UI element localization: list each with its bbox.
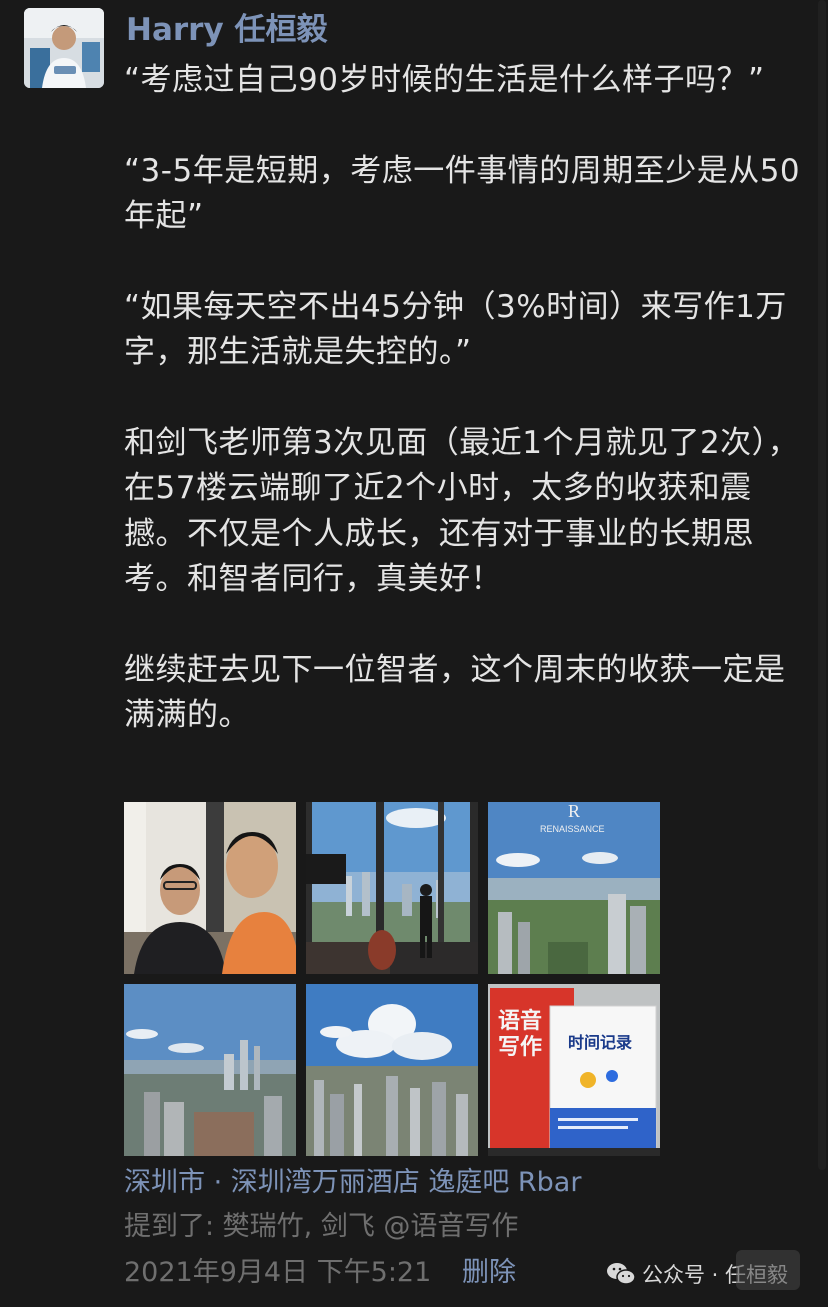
post-paragraph: “如果每天空不出45分钟（3%时间）来写作1万字，那生活就是失控的。” [124, 288, 787, 371]
delete-button[interactable]: 删除 [462, 1254, 516, 1292]
post-paragraph: 和剑飞老师第3次见面（最近1个月就见了2次），在57楼云端聊了近2个小时，太多的… [124, 424, 800, 598]
book2-title: 时间记录 [568, 1033, 632, 1052]
photo-skyline-2[interactable] [306, 984, 478, 1156]
post-timestamp: 2021年9月4日 下午5:21 [124, 1257, 432, 1288]
book1-title-line1: 语音 [498, 1008, 542, 1034]
svg-text:R: R [568, 802, 580, 821]
book1-title-line2: 写作 [498, 1035, 542, 1060]
photo-grid: R RENAISSANCE 语音 写作 时间记录 [124, 802, 660, 1156]
photo-selfie[interactable] [124, 802, 296, 974]
photo-books[interactable]: 语音 写作 时间记录 [488, 984, 660, 1156]
photo-window-view[interactable] [306, 802, 478, 974]
post-paragraph: “3-5年是短期，考虑一件事情的周期至少是从50年起” [124, 152, 801, 235]
mentions-text: 提到了: 樊瑞竹, 剑飞 @语音写作 [124, 1211, 519, 1242]
author-name[interactable]: Harry 任桓毅 [126, 10, 327, 50]
wechat-icon [607, 1263, 636, 1285]
post-paragraph: “考虑过自己90岁时候的生活是什么样子吗？” [124, 62, 765, 98]
author-avatar[interactable] [24, 8, 104, 88]
scrollbar[interactable] [818, 0, 826, 1170]
photo-hotel-view[interactable]: R RENAISSANCE [488, 802, 660, 974]
location-link[interactable]: 深圳市 · 深圳湾万丽酒店 逸庭吧 Rbar [124, 1164, 784, 1202]
post-paragraph: 继续赶去见下一位智者，这个周末的收获一定是满满的。 [124, 651, 786, 734]
more-actions-button[interactable] [736, 1250, 800, 1290]
post-text: “考虑过自己90岁时候的生活是什么样子吗？” “3-5年是短期，考虑一件事情的周… [124, 58, 814, 739]
hotel-sign-text: RENAISSANCE [540, 824, 605, 834]
avatar-image [24, 8, 104, 88]
photo-skyline-1[interactable] [124, 984, 296, 1156]
